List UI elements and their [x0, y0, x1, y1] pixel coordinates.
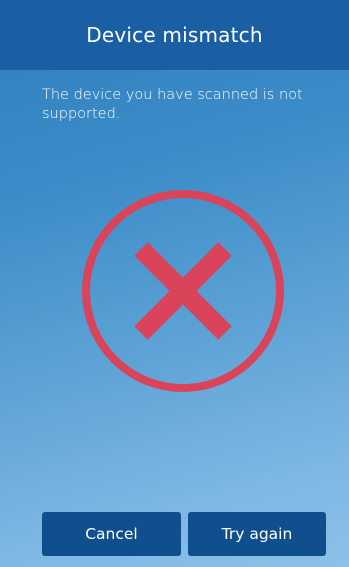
cancel-button[interactable]: Cancel [42, 512, 181, 556]
header-bar: Device mismatch [0, 0, 349, 70]
error-x-icon [80, 188, 286, 394]
page-title: Device mismatch [86, 23, 263, 47]
error-message: The device you have scanned is not suppo… [42, 87, 303, 122]
error-x-svg [82, 190, 284, 392]
device-mismatch-screen: Device mismatch The device you have scan… [0, 0, 349, 567]
try-again-button[interactable]: Try again [188, 512, 326, 556]
